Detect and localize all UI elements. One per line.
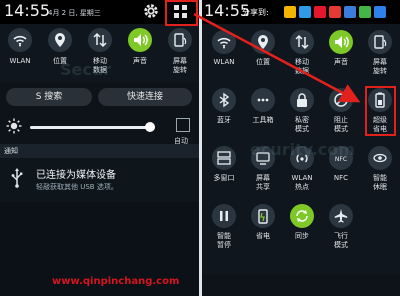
renren-icon[interactable]: [329, 6, 341, 18]
location-icon: [251, 30, 275, 54]
share-label: 分享到:: [242, 8, 269, 17]
wechat-icon[interactable]: [359, 6, 371, 18]
quick-connect-button[interactable]: 快速连接: [98, 88, 192, 106]
tile-private-mode[interactable]: 私密 模式: [282, 84, 322, 142]
airplane-icon: [329, 204, 353, 228]
tile-label: 屏幕 旋转: [373, 58, 387, 75]
watermark: ecurity.com: [250, 140, 355, 159]
sina-weibo-icon[interactable]: [314, 6, 326, 18]
wifi-icon: [8, 28, 32, 52]
toolbox-icon: [251, 88, 275, 112]
location-icon: [48, 28, 72, 52]
rotate-icon: [368, 30, 392, 54]
tile-label: 蓝牙: [217, 116, 231, 124]
brightness-slider-knob[interactable]: [145, 122, 156, 132]
brightness-row: 自动: [0, 112, 199, 145]
private-mode-icon: [290, 88, 314, 112]
tile-label: WLAN: [9, 57, 31, 65]
auto-brightness-checkbox[interactable]: [176, 118, 190, 132]
notification-subtitle: 轻敲获取其他 USB 选项。: [36, 183, 118, 191]
notifications-header: 通知: [0, 144, 199, 158]
tile-label: 省电: [256, 232, 270, 240]
power-saving-icon: [251, 204, 275, 228]
right-screenshot-panel: 14:55 分享到: WLAN 位置 移动 数据 声音 屏幕 旋转蓝牙 工具箱 私密 模式 阻…: [202, 0, 400, 296]
brightness-slider[interactable]: [30, 122, 156, 132]
site-watermark-url: www.qinpinchang.com: [52, 276, 180, 287]
usb-notification[interactable]: 已连接为媒体设备 轻敲获取其他 USB 选项。: [0, 158, 199, 202]
tile-label: 多窗口: [213, 174, 235, 182]
tile-rotate[interactable]: 屏幕 旋转: [160, 26, 199, 82]
tile-wifi[interactable]: WLAN: [204, 26, 244, 84]
tile-label: 声音: [334, 58, 348, 66]
block-mode-icon: [329, 88, 353, 112]
tile-label: 声音: [133, 57, 147, 65]
brightness-icon: [6, 118, 22, 134]
mobile-data-icon: [88, 28, 112, 52]
clock: 14:55: [4, 1, 51, 20]
s-finder-button[interactable]: S 搜索: [6, 88, 92, 106]
gear-icon[interactable]: [142, 2, 160, 20]
tile-location[interactable]: 位置: [243, 26, 283, 84]
tile-label: NFC: [333, 174, 349, 182]
tile-smart-stay[interactable]: 智能 休眠: [360, 142, 400, 200]
tile-label: 智能 休眠: [373, 174, 387, 191]
tile-label: 屏幕 旋转: [173, 57, 187, 74]
status-bar: 14:55 分享到:: [202, 0, 400, 24]
tile-label: 私密 模式: [295, 116, 309, 133]
tile-rotate[interactable]: 屏幕 旋转: [360, 26, 400, 84]
tile-bluetooth[interactable]: 蓝牙: [204, 84, 244, 142]
tencent-weibo-icon[interactable]: [299, 6, 311, 18]
tile-label: 移动 数据: [295, 58, 309, 75]
rotate-icon: [168, 28, 192, 52]
highlight-box-grid-button: [165, 0, 198, 26]
sync-icon: [290, 204, 314, 228]
tile-label: 智能 暂停: [217, 232, 231, 249]
tile-airplane[interactable]: 飞行 模式: [321, 200, 361, 258]
wifi-icon: [212, 30, 236, 54]
tile-sound[interactable]: 声音: [321, 26, 361, 84]
tile-label: 飞行 模式: [334, 232, 348, 249]
left-screenshot-panel: 14:55 4月 2 日, 星期三 WLAN 位置 移动 数据 声音 屏幕 旋转 S 搜…: [0, 0, 199, 296]
multi-window-icon: [212, 146, 236, 170]
more-share-icon[interactable]: [374, 6, 386, 18]
bluetooth-icon: [212, 88, 236, 112]
tile-sync[interactable]: 同步: [282, 200, 322, 258]
tile-label: WLAN 热点: [291, 174, 313, 191]
notification-title: 已连接为媒体设备: [36, 170, 116, 181]
tile-label: WLAN: [213, 58, 235, 66]
qq-zone-icon[interactable]: [284, 6, 296, 18]
highlight-box-ultra-power-saving: [365, 86, 396, 136]
tile-label: 工具箱: [252, 116, 274, 124]
search-row: S 搜索 快速连接: [0, 84, 199, 110]
tile-block-mode[interactable]: 阻止 模式: [321, 84, 361, 142]
sound-icon: [329, 30, 353, 54]
tile-multi-window[interactable]: 多窗口: [204, 142, 244, 200]
tile-smart-pause[interactable]: 智能 暂停: [204, 200, 244, 258]
tile-sound[interactable]: 声音: [120, 26, 160, 82]
tile-label: 位置: [256, 58, 270, 66]
tile-wifi[interactable]: WLAN: [0, 26, 40, 82]
smart-pause-icon: [212, 204, 236, 228]
tile-power-saving[interactable]: 省电: [243, 200, 283, 258]
usb-icon: [11, 168, 23, 188]
smart-stay-icon: [368, 146, 392, 170]
sound-icon: [128, 28, 152, 52]
tile-toolbox[interactable]: 工具箱: [243, 84, 283, 142]
mobile-data-icon: [290, 30, 314, 54]
brightness-slider-fill: [30, 126, 151, 129]
watermark: Secur: [60, 60, 112, 79]
tile-label: 屏幕 共享: [256, 174, 270, 191]
tile-label: 阻止 模式: [334, 116, 348, 133]
tile-mobile-data[interactable]: 移动 数据: [282, 26, 322, 84]
tile-label: 同步: [295, 232, 309, 240]
date-label: 4月 2 日, 星期三: [48, 9, 101, 17]
kaixin-icon[interactable]: [344, 6, 356, 18]
